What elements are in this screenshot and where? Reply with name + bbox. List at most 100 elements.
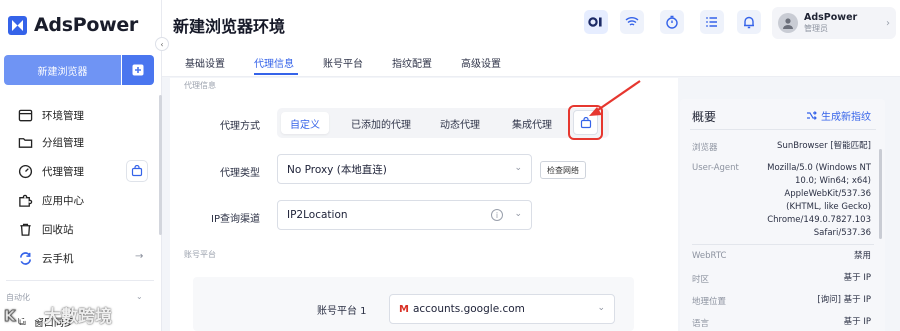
tab-proxy-info[interactable]: 代理信息 [254, 55, 294, 70]
proxy-shop-button[interactable] [126, 160, 148, 182]
user-agent-line: Mozilla/5.0 (Windows NT [767, 163, 871, 173]
info-icon[interactable]: i [491, 209, 503, 221]
overview-divider [692, 244, 874, 245]
bell-icon [744, 16, 754, 29]
avatar [778, 13, 798, 33]
sidebar-item-label: 环境管理 [42, 109, 84, 122]
adspower-logo-icon [8, 15, 27, 35]
proxy-method-custom[interactable]: 自定义 [281, 112, 329, 134]
shuffle-icon [807, 111, 817, 120]
chevron-down-icon: ⌄ [597, 303, 605, 313]
toolbar-button-notifications[interactable] [737, 10, 761, 34]
brand-logo[interactable]: AdsPower [8, 14, 138, 36]
overview-title: 概要 [692, 110, 717, 124]
window-icon [18, 109, 33, 121]
overview-value: 禁用 [853, 251, 871, 261]
sidebar-item-trash[interactable]: 回收站 [18, 219, 74, 239]
adspower-small-icon [588, 17, 602, 27]
user-name: AdsPower [804, 12, 858, 23]
toolbar-button-list[interactable] [700, 10, 724, 34]
overview-key: WebRTC [692, 251, 727, 261]
cloud-phone-arrow-icon[interactable]: → [135, 251, 143, 262]
generate-fingerprint-button[interactable]: 生成新指纹 [806, 108, 871, 123]
account-platform-value: accounts.google.com [412, 303, 525, 315]
overview-value: 基于 IP [843, 273, 871, 283]
proxy-type-label: 代理类型 [220, 168, 260, 179]
chevron-down-icon: ⌄ [514, 209, 522, 219]
watermark-logo-icon: K [4, 306, 40, 325]
overview-value: 基于 IP [843, 317, 871, 327]
ip-channel-select[interactable]: IP2Location i ⌄ [277, 200, 532, 230]
user-avatar-icon [783, 18, 793, 29]
account-platform-select[interactable]: M accounts.google.com ⌄ [389, 294, 615, 324]
tab-basic-settings[interactable]: 基础设置 [185, 55, 225, 70]
account-platform-item-label: 账号平台 1 [317, 306, 367, 317]
brand-name: AdsPower [34, 14, 139, 36]
batch-add-button[interactable] [122, 55, 154, 85]
gmail-icon: M [399, 303, 409, 315]
gauge-icon [18, 164, 33, 178]
annotation-arrow-icon [589, 80, 641, 116]
overview-key: 语言 [692, 319, 710, 329]
user-agent-line: (KHTML, like Gecko) [786, 202, 871, 212]
new-browser-button[interactable]: 新建浏览器 [4, 55, 121, 85]
user-menu[interactable]: AdsPower 管理员 › [772, 7, 896, 39]
chevron-down-icon[interactable]: ⌄ [136, 292, 143, 301]
proxy-method-saved[interactable]: 已添加的代理 [339, 112, 423, 134]
sidebar-divider [6, 280, 154, 281]
user-agent-line: AppleWebKit/537.36 [784, 189, 871, 199]
proxy-type-select[interactable]: No Proxy (本地直连) ⌄ [277, 154, 532, 184]
tab-advanced-settings[interactable]: 高级设置 [461, 55, 501, 70]
user-agent-line: Safari/537.36 [813, 228, 871, 238]
trash-icon [20, 223, 31, 236]
user-role: 管理员 [804, 24, 828, 33]
sidebar-item-proxy[interactable]: 代理管理 [18, 161, 84, 181]
tab-account-platform[interactable]: 账号平台 [323, 55, 363, 70]
proxy-method-segmented: 自定义 已添加的代理 动态代理 集成代理 [277, 108, 609, 138]
ip-channel-label: IP查询渠道 [211, 214, 260, 225]
sidebar-item-apps[interactable]: 应用中心 [18, 190, 84, 210]
sidebar-item-label: 回收站 [42, 223, 74, 236]
app-window: AdsPower 新建浏览器 环境管理 分组管理 代理管理 应用中心 回收站 云… [0, 0, 900, 331]
shopping-bag-icon [131, 165, 143, 177]
account-platform-box: 账号平台 1 M accounts.google.com ⌄ [193, 277, 634, 331]
sidebar-scrollbar[interactable] [159, 95, 162, 235]
sidebar-item-label: 云手机 [42, 252, 74, 265]
user-agent-value: Mozilla/5.0 (Windows NT 10.0; Win64; x64… [767, 162, 871, 240]
list-icon [706, 17, 717, 27]
toolbar-button-timer[interactable] [660, 10, 684, 34]
proxy-method-integrated[interactable]: 集成代理 [497, 112, 567, 134]
toolbar-button-brand[interactable] [584, 10, 608, 34]
new-browser-button-group: 新建浏览器 [4, 55, 154, 85]
top-header: 新建浏览器环境 AdsPower 管理员 › [162, 0, 900, 45]
sidebar-item-groups[interactable]: 分组管理 [18, 132, 84, 152]
settings-tabs: 基础设置 代理信息 账号平台 指纹配置 高级设置 [162, 45, 900, 77]
sidebar-item-label: 分组管理 [42, 136, 84, 149]
toolbar-button-network[interactable] [620, 10, 644, 34]
sidebar-item-label: 应用中心 [42, 194, 84, 207]
sidebar-item-env[interactable]: 环境管理 [18, 105, 84, 125]
chevron-right-icon: › [886, 17, 890, 29]
overview-scrollbar[interactable] [879, 149, 882, 239]
generate-fingerprint-label: 生成新指纹 [821, 112, 871, 123]
sync-icon [19, 251, 32, 265]
sidebar: AdsPower 新建浏览器 环境管理 分组管理 代理管理 应用中心 回收站 云… [0, 0, 162, 331]
sidebar-item-cloud-phone[interactable]: 云手机 [18, 248, 74, 268]
ip-channel-value: IP2Location [287, 209, 348, 221]
sidebar-item-label: 代理管理 [42, 165, 84, 178]
wifi-icon [625, 17, 639, 26]
overview-value: [询问] 基于 IP [817, 295, 871, 305]
collapse-sidebar-button[interactable]: ‹ [155, 37, 169, 51]
proxy-method-dynamic[interactable]: 动态代理 [427, 112, 493, 134]
overview-panel: 概要 生成新指纹 浏览器 SunBrowser [智能匹配] User-Agen… [680, 99, 885, 331]
overview-divider [690, 129, 876, 130]
puzzle-icon [19, 194, 33, 207]
check-network-button[interactable]: 检查网络 [540, 161, 586, 179]
section-account-platform: 账号平台 [184, 250, 216, 259]
page-title: 新建浏览器环境 [173, 17, 286, 36]
tab-fingerprint-config[interactable]: 指纹配置 [392, 55, 432, 70]
user-agent-line: Chrome/149.0.7827.103 [767, 215, 871, 225]
proxy-type-value: No Proxy (本地直连) [287, 163, 387, 176]
watermark-text: 大數跨境 [44, 307, 112, 327]
watermark: K 大數跨境 [4, 302, 112, 327]
